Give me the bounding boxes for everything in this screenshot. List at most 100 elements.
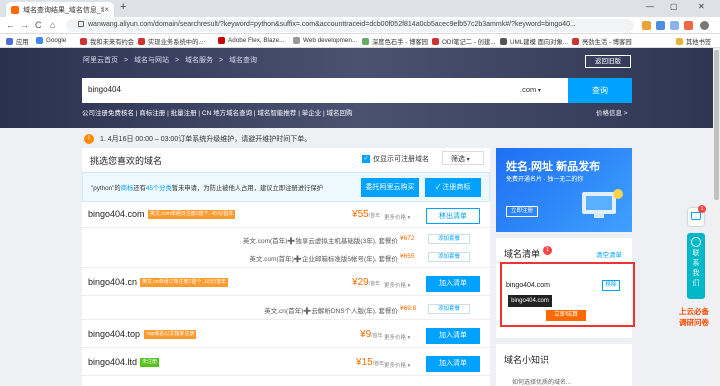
domain-price: ¥9/首年 [360,329,383,340]
float-cart-button[interactable]: 1 [688,205,706,226]
knowledge-title: 域名小知识 [504,355,550,365]
bookmark-icon [293,37,300,44]
bookmark-item[interactable]: ... [200,37,205,44]
bookmark-item[interactable]: 深度色石手 - 博客园 [362,37,428,46]
add-bundle-button[interactable]: 添加套餐 [428,234,470,244]
bookmark-other[interactable]: 其他书签 [676,37,711,46]
add-to-list-button[interactable]: 加入清单 [426,276,480,292]
bundle-text: 英文.com(首年)➕独享云虚拟主机基础版(3年), 套餐价 [242,238,398,245]
bookmark-item[interactable]: Adobe Flex, Blaze... [218,37,284,44]
search-button[interactable]: 查询 [568,78,632,103]
bundle-text: 英文.cn(首年)➕云解析DNS个人版(年), 套餐价 [264,308,398,315]
bookmark-item[interactable]: UML建模 面向对象... [500,37,568,46]
notice-icon: ! [84,133,94,144]
notice-text: 1. 4月16日 00:00 – 03:00订单系统升级维护，请避开维护时间下单… [100,135,312,143]
more-prices-link[interactable]: 更多价格 ▾ [384,361,410,369]
panel-title: 挑选您喜欢的域名 [90,156,163,166]
remove-from-list-button[interactable]: 移出清单 [426,208,480,224]
contact-us-button[interactable]: 联系我们 [687,233,705,299]
ad-title: 姓名.网址 新品发布 [506,161,601,173]
domain-price: ¥15/首年 [356,357,385,368]
price-info-link[interactable]: 价格信息 > [596,107,628,117]
bookmark-item[interactable]: 实现业务系统中的... [138,37,204,46]
commission-purchase-button[interactable]: 委托阿里云购买 [361,178,419,197]
folder-icon [676,38,683,45]
filter-dropdown[interactable]: 筛选 [442,151,484,165]
back-icon[interactable]: ← [6,20,15,30]
bookmark-google[interactable]: Google [36,37,66,44]
more-prices-link[interactable]: 更多价格 ▾ [384,333,410,341]
reload-icon[interactable]: C [35,20,42,30]
scrollbar-thumb[interactable] [714,50,719,200]
ad-subtitle: 免费开通名片 · 独一无二的你 [506,177,584,183]
more-prices-link[interactable]: 更多价格 ▾ [384,213,410,221]
bookmark-icon [500,38,507,45]
domain-name: bingo404.ltd [88,357,138,367]
google-icon [36,37,43,44]
extension-icon-3[interactable] [684,21,693,30]
clear-cart-link[interactable]: 清空清单 [596,249,622,259]
maximize-button[interactable]: ▢ [670,2,678,11]
new-tab-button[interactable]: + [120,1,126,13]
cart-icon [691,212,701,220]
extension-icon[interactable] [656,21,665,30]
bookmark-icon [432,38,439,45]
bookmark-icon [138,38,145,45]
lock-icon [78,21,84,27]
quick-links[interactable]: 公司注册免费核名 | 商标注册 | 批量注册 | CN 地方域名查询 | 域名智… [82,107,353,117]
promo-ad[interactable]: 姓名.网址 新品发布 免费开通名片 · 独一无二的你 立即注册 [496,148,632,232]
ad-register-button[interactable]: 立即注册 [506,206,538,217]
bookmark-item[interactable]: 我和未来有约会 ... [80,37,141,46]
url-text: wanwang.aliyun.com/domain/searchresult/?… [88,21,576,28]
domain-row: bingo404.ltd 未注册 ¥15/首年 更多价格 ▾ 加入清单 [82,352,490,376]
only-registrable-checkbox[interactable]: ✓ 仅显示可注册域名 [362,154,429,164]
bundle-row: 英文.com(首年)➕企业邮箱标准版5帐号(年), 套餐价 ¥655 添加套餐 [82,250,490,268]
bookmark-item[interactable]: 亮劲生活 - 博客园 [572,37,632,46]
add-bundle-button[interactable]: 添加套餐 [428,304,470,314]
extension-icon-2[interactable] [670,21,679,30]
domain-row: bingo404.top .top域名以文独家注册 ¥9/首年 更多价格 ▾ 加… [82,324,490,348]
checkout-button[interactable]: 立即结算 [546,310,586,321]
breadcrumb-domain[interactable]: 域名服务 [185,57,213,64]
close-window-button[interactable]: ✕ [698,2,705,11]
float-cart-count: 1 [698,205,706,213]
cart-count-badge: 1 [543,246,552,255]
forward-icon[interactable]: → [20,20,29,30]
add-bundle-button[interactable]: 添加套餐 [428,252,470,262]
register-trademark-button[interactable]: ✓ 注册商标 [425,178,481,197]
page-viewport: 阿里云首页 > 域名与网站 > 域名服务 > 域名查询 返回旧版 bingo40… [0,48,720,386]
suffix-select[interactable]: .com [520,85,541,94]
headset-icon [691,237,701,247]
tab-active[interactable]: 域名查询结果_域名信息_域名注册... × [6,2,114,17]
domain-result-panel: 挑选您喜欢的域名 ✓ 仅显示可注册域名 筛选 "python"的商标还有45个分… [82,148,490,386]
bookmark-item[interactable]: Web developmen... [293,37,357,44]
minimize-button[interactable]: — [646,2,654,11]
home-icon[interactable]: ⌂ [50,20,55,30]
old-version-button[interactable]: 返回旧版 [585,55,631,68]
domain-name: bingo404.top [88,329,141,339]
bookmark-icon [80,38,87,45]
bookmark-icon [572,38,579,45]
url-input[interactable]: wanwang.aliyun.com/domain/searchresult/?… [66,19,634,32]
profile-icon[interactable] [700,21,709,30]
breadcrumb-query[interactable]: 域名查询 [229,57,257,64]
star-icon[interactable] [642,21,651,30]
tab-title: 域名查询结果_域名信息_域名注册... [23,6,105,14]
tab-close-icon[interactable]: × [104,5,109,14]
more-prices-link[interactable]: 更多价格 ▾ [384,281,410,289]
status-badge: 未注册 [140,358,160,367]
add-to-list-button[interactable]: 加入清单 [426,328,480,344]
domain-search-box: bingo404 .com 查询 [82,78,632,103]
knowledge-link[interactable]: 如何选择优质的域名... [512,377,571,386]
breadcrumb-site[interactable]: 域名与网站 [134,57,169,64]
domain-name: bingo404.com [88,209,145,219]
domain-search-input[interactable]: bingo404 [88,85,121,94]
domain-price: ¥29/首年 [352,277,381,288]
domain-knowledge: 域名小知识 如何选择优质的域名... [496,344,632,386]
bookmark-apps[interactable]: 应用 [6,37,29,46]
tab-bar: 域名查询结果_域名信息_域名注册... × + — ▢ ✕ [0,0,720,17]
breadcrumb-home[interactable]: 阿里云首页 [83,57,118,64]
add-to-list-button[interactable]: 加入清单 [426,356,480,372]
bookmark-icon [362,38,369,45]
bookmark-item[interactable]: ODI笔记二 - 创建... [432,37,496,46]
